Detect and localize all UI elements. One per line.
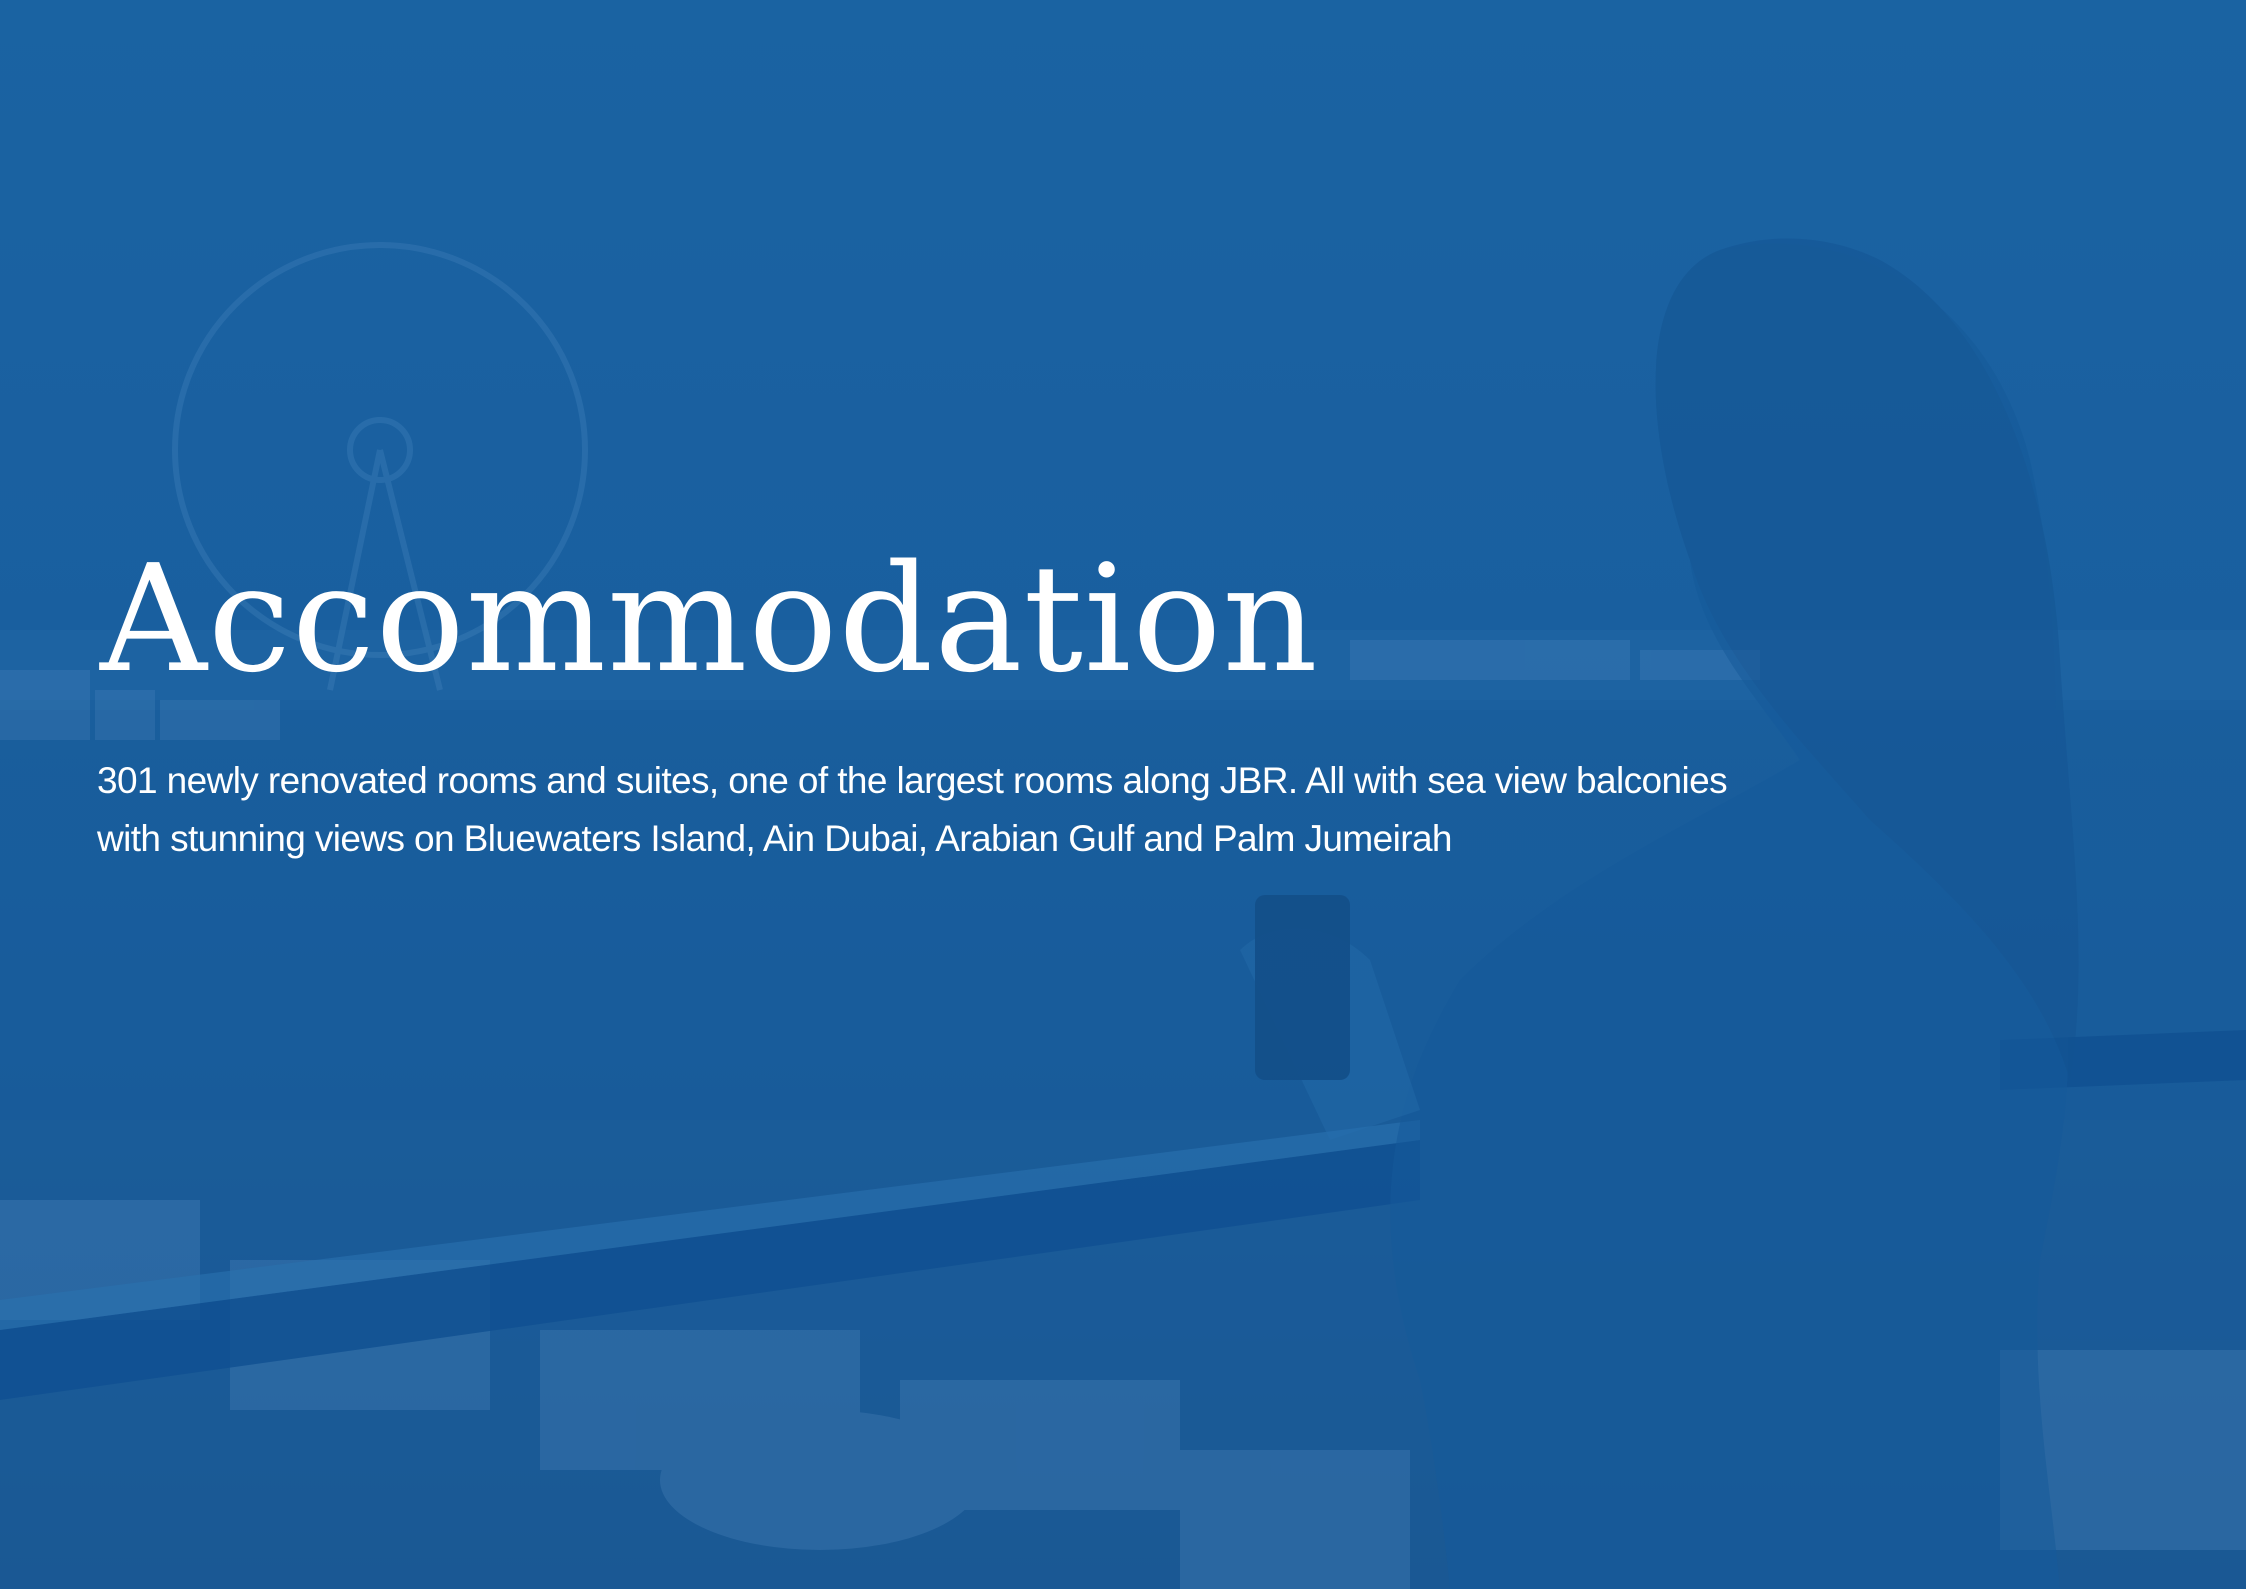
description-line-2: with stunning views on Bluewaters Island… (97, 818, 1453, 859)
accommodation-slide: Accommodation 301 newly renovated rooms … (0, 0, 2246, 1589)
description: 301 newly renovated rooms and suites, on… (97, 752, 1937, 868)
description-line-1: 301 newly renovated rooms and suites, on… (97, 760, 1728, 801)
page-title: Accommodation (100, 533, 1319, 705)
